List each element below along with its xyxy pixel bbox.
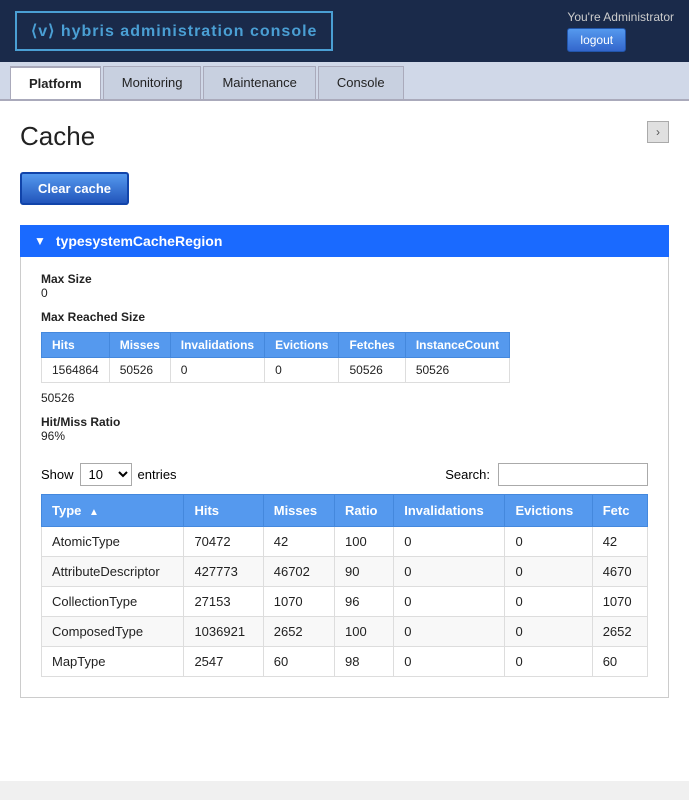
stats-col-misses: Misses bbox=[109, 333, 170, 358]
table-controls: Show 10 25 50 100 entries Search: bbox=[41, 463, 648, 486]
col-hits[interactable]: Hits bbox=[184, 495, 263, 527]
nav-bar: Platform Monitoring Maintenance Console bbox=[0, 62, 689, 101]
max-reached-row: Max Reached Size Hits Misses Invalidatio… bbox=[41, 310, 648, 405]
stats-hits: 1564864 bbox=[42, 358, 110, 383]
stats-fetches: 50526 bbox=[339, 358, 405, 383]
clear-cache-button[interactable]: Clear cache bbox=[20, 172, 129, 205]
region-body: Max Size 0 Max Reached Size Hits Misses … bbox=[20, 257, 669, 698]
logo-text: ⟨v⟩ hybris administration console bbox=[31, 23, 317, 40]
entries-select[interactable]: 10 25 50 100 bbox=[80, 463, 132, 486]
hit-miss-label: Hit/Miss Ratio bbox=[41, 415, 648, 429]
logout-button[interactable]: logout bbox=[567, 28, 626, 52]
data-table: Type ▲ Hits Misses Ratio Invalidations E… bbox=[41, 494, 648, 677]
search-area: Search: bbox=[445, 463, 648, 486]
main-content: Cache › Clear cache ▼ typesystemCacheReg… bbox=[0, 101, 689, 781]
search-label: Search: bbox=[445, 467, 490, 482]
sort-type-icon: ▲ bbox=[89, 507, 99, 518]
nav-item-console[interactable]: Console bbox=[318, 66, 404, 99]
search-input[interactable] bbox=[498, 463, 648, 486]
stats-col-invalidations: Invalidations bbox=[170, 333, 264, 358]
page-title: Cache bbox=[20, 121, 95, 152]
table-row: AtomicType70472421000042 bbox=[42, 527, 648, 557]
col-ratio[interactable]: Ratio bbox=[335, 495, 394, 527]
table-row: AttributeDescriptor4277734670290004670 bbox=[42, 557, 648, 587]
show-label: Show bbox=[41, 467, 74, 482]
max-size-label: Max Size bbox=[41, 272, 648, 286]
stats-col-evictions: Evictions bbox=[265, 333, 339, 358]
col-misses[interactable]: Misses bbox=[263, 495, 334, 527]
col-type[interactable]: Type ▲ bbox=[42, 495, 184, 527]
max-size-row: Max Size 0 bbox=[41, 272, 648, 300]
sidebar-toggle-button[interactable]: › bbox=[647, 121, 669, 143]
cache-region-section: ▼ typesystemCacheRegion Max Size 0 Max R… bbox=[20, 225, 669, 698]
max-size-value: 0 bbox=[41, 286, 648, 300]
user-area: You're Administrator logout bbox=[567, 10, 674, 52]
entries-label: entries bbox=[138, 467, 177, 482]
stats-data-row: 1564864 50526 0 0 50526 50526 bbox=[42, 358, 510, 383]
table-row: ComposedType10369212652100002652 bbox=[42, 617, 648, 647]
collapse-arrow-icon[interactable]: ▼ bbox=[34, 234, 46, 248]
stats-instancecount: 50526 bbox=[405, 358, 509, 383]
stats-col-hits: Hits bbox=[42, 333, 110, 358]
max-reached-label: Max Reached Size bbox=[41, 310, 648, 324]
stats-invalidations: 0 bbox=[170, 358, 264, 383]
table-row: CollectionType27153107096001070 bbox=[42, 587, 648, 617]
show-entries-area: Show 10 25 50 100 entries bbox=[41, 463, 177, 486]
stats-table: Hits Misses Invalidations Evictions Fetc… bbox=[41, 332, 510, 383]
nav-item-monitoring[interactable]: Monitoring bbox=[103, 66, 202, 99]
max-reached-value: 50526 bbox=[41, 391, 648, 405]
hit-miss-row: Hit/Miss Ratio 96% bbox=[41, 415, 648, 443]
header: ⟨v⟩ hybris administration console You're… bbox=[0, 0, 689, 62]
cache-region-name: typesystemCacheRegion bbox=[56, 233, 223, 249]
col-evictions[interactable]: Evictions bbox=[505, 495, 592, 527]
stats-evictions: 0 bbox=[265, 358, 339, 383]
stats-col-fetches: Fetches bbox=[339, 333, 405, 358]
col-invalidations[interactable]: Invalidations bbox=[394, 495, 505, 527]
table-row: MapType254760980060 bbox=[42, 647, 648, 677]
stats-col-instancecount: InstanceCount bbox=[405, 333, 509, 358]
col-fetc[interactable]: Fetc bbox=[592, 495, 647, 527]
hit-miss-value: 96% bbox=[41, 429, 648, 443]
app-logo: ⟨v⟩ hybris administration console bbox=[15, 11, 333, 51]
stats-misses: 50526 bbox=[109, 358, 170, 383]
nav-item-platform[interactable]: Platform bbox=[10, 66, 101, 99]
user-label: You're Administrator bbox=[567, 10, 674, 24]
nav-item-maintenance[interactable]: Maintenance bbox=[203, 66, 315, 99]
cache-region-header: ▼ typesystemCacheRegion bbox=[20, 225, 669, 257]
